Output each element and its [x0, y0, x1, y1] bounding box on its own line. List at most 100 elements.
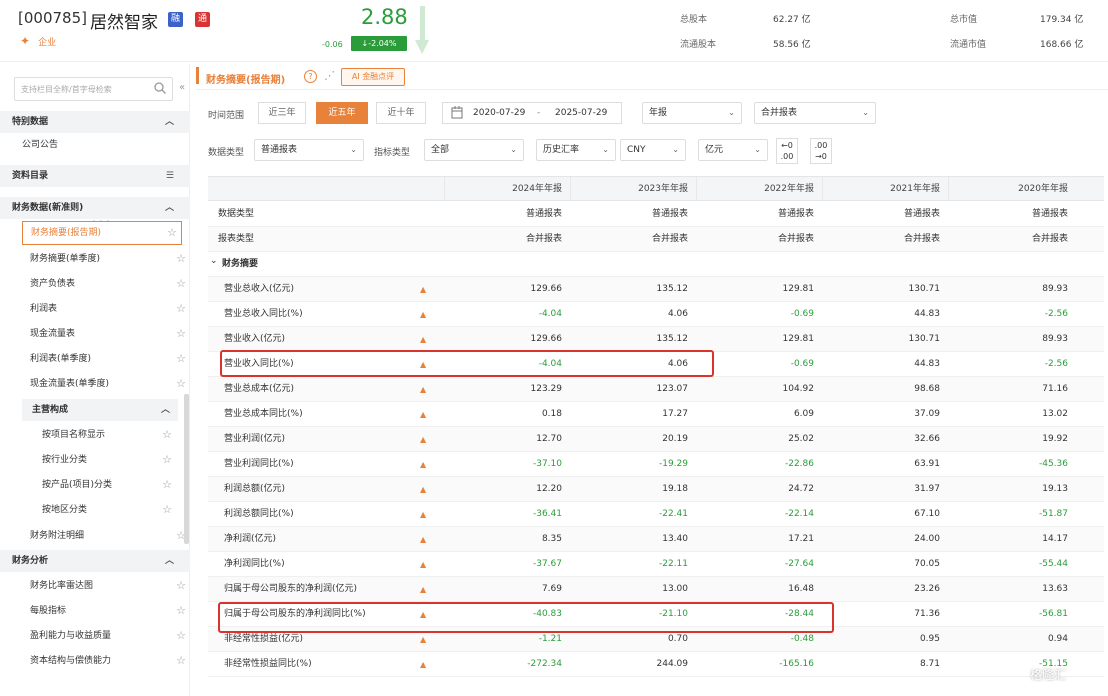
row-label: 报表类型 — [218, 234, 255, 244]
table-cell: 0.95 — [919, 634, 940, 644]
sidebar-item-by-industry[interactable]: 按行业分类 ☆ — [42, 448, 176, 472]
section-announce[interactable]: 特别数据 ︿ — [0, 111, 190, 133]
report-type-select[interactable]: 合并报表 ⌄ — [754, 102, 876, 124]
row-label: 营业利润(亿元) — [224, 434, 286, 444]
favorite-button[interactable]: ✦ 企业 — [20, 34, 56, 48]
sidebar: 支持栏目全称/首字母检索 « 特别数据︿ 公司公告 ⋮⋮⋮ 资料目录☰ 财务数据… — [0, 64, 190, 696]
sort-icon[interactable]: ☰ — [166, 165, 174, 187]
table-row: 净利润(亿元) ▲ 8.35 13.40 17.21 24.00 14.17 — [208, 527, 1104, 552]
table-cell: -22.11 — [658, 559, 688, 569]
sidebar-item-radar[interactable]: 财务比率雷达图 ☆ — [30, 574, 190, 598]
column-header[interactable]: 2022年年报 — [696, 177, 822, 201]
table-cell: 71.36 — [914, 609, 940, 619]
trend-chart-icon[interactable]: ▲ — [420, 652, 426, 677]
star-icon[interactable]: ☆ — [167, 222, 177, 244]
increase-decimals-button[interactable]: .00 →0 — [810, 138, 832, 164]
period-select[interactable]: 年报 ⌄ — [642, 102, 742, 124]
currency-select[interactable]: CNY ⌄ — [620, 139, 686, 161]
column-header[interactable]: 2023年年报 — [570, 177, 696, 201]
star-icon[interactable]: ☆ — [176, 322, 186, 346]
sidebar-item-income-quarter[interactable]: 利润表(单季度) ☆ — [30, 347, 190, 371]
range-5y-button[interactable]: 近五年 — [316, 102, 368, 124]
trend-chart-icon[interactable]: ▲ — [420, 452, 426, 477]
sidebar-item-by-project[interactable]: 按项目名称显示 ☆ — [42, 423, 176, 447]
date-range-picker[interactable]: 2020-07-29 - 2025-07-29 — [442, 102, 622, 124]
sidebar-item-per-share[interactable]: 每股指标 ☆ — [30, 599, 190, 623]
table-cell: 合并报表 — [525, 234, 562, 244]
sidebar-item-income[interactable]: 利润表 ☆ — [30, 297, 190, 321]
table-row: 报表类型 合并报表 合并报表 合并报表 合并报表 合并报表 — [208, 227, 1104, 252]
star-icon[interactable]: ☆ — [176, 574, 186, 598]
star-icon[interactable]: ☆ — [162, 473, 172, 497]
sidebar-item-cashflow[interactable]: 现金流量表 ☆ — [30, 322, 190, 346]
help-icon[interactable]: ? — [304, 70, 317, 83]
sidebar-item-balance[interactable]: 资产负债表 ☆ — [30, 272, 190, 296]
sidebar-item-summary-period[interactable]: 财务摘要(报告期) ☆ — [22, 221, 182, 245]
range-3y-button[interactable]: 近三年 — [258, 102, 306, 124]
star-icon[interactable]: ☆ — [176, 247, 186, 271]
trend-chart-icon[interactable]: ▲ — [420, 502, 426, 527]
sidebar-item-cashflow-quarter[interactable]: 现金流量表(单季度) ☆ — [30, 372, 190, 396]
trend-chart-icon[interactable]: ▲ — [420, 577, 426, 602]
share-icon[interactable]: ⋰ — [324, 69, 335, 82]
table-cell: -0.69 — [790, 359, 814, 369]
sidebar-item-by-region[interactable]: 按地区分类 ☆ — [42, 498, 176, 522]
trend-chart-icon[interactable]: ▲ — [420, 552, 426, 577]
table-cell: 24.72 — [788, 484, 814, 494]
sidebar-item-by-product[interactable]: 按产品(项目)分类 ☆ — [42, 473, 176, 497]
star-icon[interactable]: ☆ — [176, 347, 186, 371]
table-cell: 104.92 — [782, 384, 815, 394]
column-header[interactable]: 2020年年报 — [948, 177, 1076, 201]
data-type-select[interactable]: 普通报表 ⌄ — [254, 139, 364, 161]
table-cell: 89.93 — [1042, 284, 1068, 294]
star-icon[interactable]: ☆ — [176, 372, 186, 396]
star-icon[interactable]: ☆ — [176, 272, 186, 296]
search-icon[interactable] — [153, 81, 167, 95]
stat-value: 168.66 亿 — [1040, 40, 1084, 50]
trend-chart-icon[interactable]: ▲ — [420, 277, 426, 302]
range-10y-button[interactable]: 近十年 — [376, 102, 426, 124]
table-row: 非经常性损益同比(%) ▲ -272.34 244.09 -165.16 8.71 -51.… — [208, 652, 1104, 677]
sidebar-item-capital[interactable]: 资本结构与偿债能力 ☆ — [30, 649, 190, 673]
trend-chart-icon[interactable]: ▲ — [420, 427, 426, 452]
chevron-down-icon[interactable]: ⌄ — [210, 256, 218, 266]
subgroup-business[interactable]: 主营构成 ︿ — [22, 399, 178, 421]
search-input[interactable]: 支持栏目全称/首字母检索 — [14, 77, 173, 101]
tab-financial-summary[interactable]: 财务摘要(报告期) — [206, 71, 285, 86]
sidebar-scrollbar[interactable] — [184, 394, 189, 544]
star-icon[interactable]: ☆ — [162, 498, 172, 522]
star-icon[interactable]: ☆ — [176, 624, 186, 648]
trend-chart-icon[interactable]: ▲ — [420, 327, 426, 352]
indicator-type-select[interactable]: 全部 ⌄ — [424, 139, 524, 161]
sidebar-item-summary-quarter[interactable]: 财务摘要(单季度) ☆ — [30, 247, 190, 271]
column-header[interactable]: 2024年年报 — [444, 177, 570, 201]
star-icon[interactable]: ☆ — [162, 448, 172, 472]
row-label: 非经常性损益同比(%) — [224, 659, 312, 669]
trend-chart-icon[interactable]: ▲ — [420, 302, 426, 327]
section-analysis[interactable]: 财务分析 ︿ — [0, 550, 190, 572]
decrease-decimals-button[interactable]: ←0 .00 — [776, 138, 798, 164]
star-icon[interactable]: ☆ — [176, 599, 186, 623]
section-finance-data[interactable]: 财务数据(新准则) ︿ — [0, 197, 190, 219]
trend-chart-icon[interactable]: ▲ — [420, 402, 426, 427]
table-cell: 0.94 — [1047, 634, 1068, 644]
ai-review-button[interactable]: AI 金融点评 — [341, 68, 405, 86]
sidebar-item-profitability[interactable]: 盈利能力与收益质量 ☆ — [30, 624, 190, 648]
star-icon[interactable]: ☆ — [176, 649, 186, 673]
star-icon[interactable]: ☆ — [162, 423, 172, 447]
table-cell: 37.09 — [914, 409, 940, 419]
table-cell: 44.83 — [914, 309, 940, 319]
trend-chart-icon[interactable]: ▲ — [420, 477, 426, 502]
column-header[interactable]: 2021年年报 — [822, 177, 948, 201]
star-icon[interactable]: ☆ — [176, 297, 186, 321]
collapse-sidebar-icon[interactable]: « — [179, 82, 185, 93]
sidebar-item-announcement[interactable]: 公司公告 — [22, 133, 182, 157]
sidebar-item-notes[interactable]: 财务附注明细 ☆ — [30, 524, 190, 548]
section-catalog[interactable]: 资料目录 ☰ — [0, 165, 190, 187]
table-row: 营业收入(亿元) ▲ 129.66 135.12 129.81 130.71 89.93 — [208, 327, 1104, 352]
unit-select[interactable]: 亿元 ⌄ — [698, 139, 768, 161]
trend-chart-icon[interactable]: ▲ — [420, 527, 426, 552]
trend-chart-icon[interactable]: ▲ — [420, 377, 426, 402]
rate-type-select[interactable]: 历史汇率 ⌄ — [536, 139, 616, 161]
table-cell: -19.29 — [658, 459, 688, 469]
